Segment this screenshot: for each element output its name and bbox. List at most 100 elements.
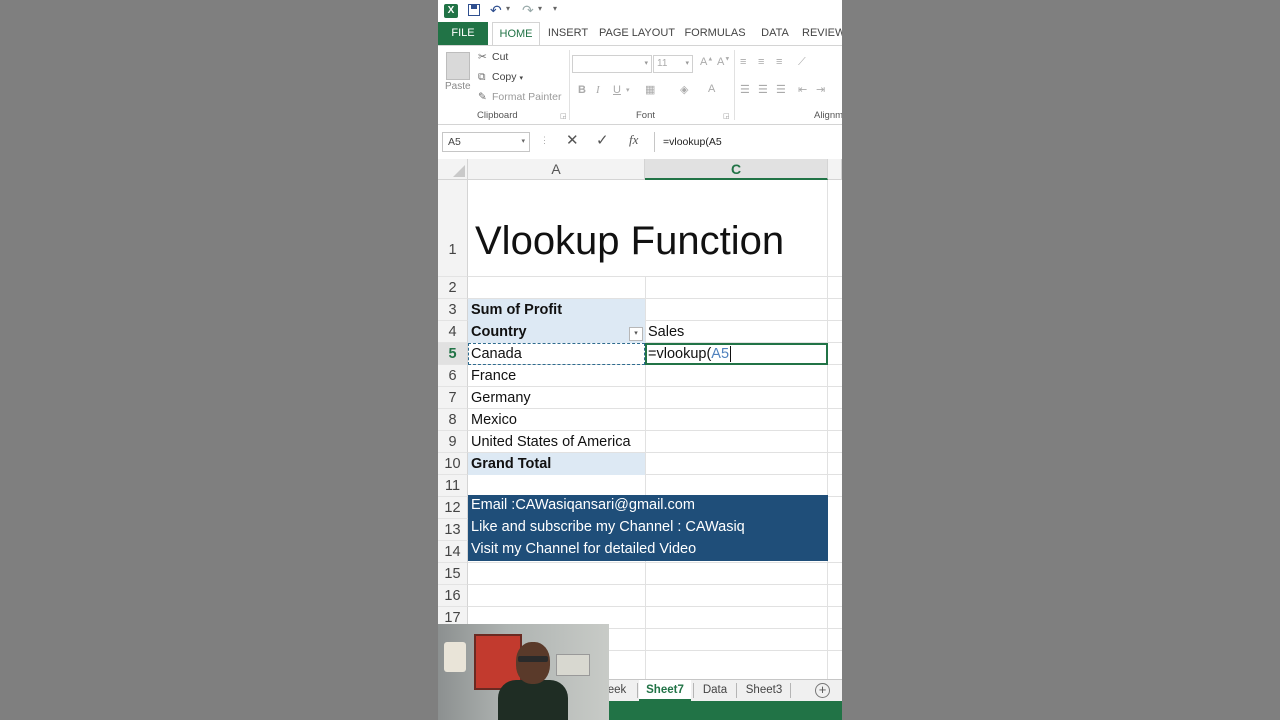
tab-data[interactable]: DATA — [756, 22, 794, 45]
column-header-next[interactable] — [828, 159, 842, 180]
tab-file[interactable]: FILE — [438, 22, 488, 45]
name-box-value: A5 — [448, 136, 461, 148]
undo-dropdown-icon[interactable]: ▾ — [506, 4, 510, 13]
cell-a7[interactable]: Germany — [468, 387, 645, 409]
row-header-2[interactable]: 2 — [438, 277, 468, 299]
row-header-13[interactable]: 13 — [438, 519, 468, 541]
align-right-icon[interactable]: ☰ — [776, 83, 786, 96]
formula-input[interactable]: =vlookup(A5 — [654, 132, 842, 152]
tab-page-layout[interactable]: PAGE LAYOUT — [598, 22, 676, 45]
worksheet-grid[interactable]: A C 1 2 3 4 5 6 7 8 9 10 11 12 13 14 15 … — [438, 159, 842, 679]
webcam-lamp — [444, 642, 466, 672]
save-icon[interactable] — [468, 4, 480, 16]
decrease-indent-icon[interactable]: ⇤ — [798, 83, 807, 96]
row-header-3[interactable]: 3 — [438, 299, 468, 321]
tab-insert[interactable]: INSERT — [546, 22, 590, 45]
row-header-16[interactable]: 16 — [438, 585, 468, 607]
paste-icon[interactable] — [446, 52, 470, 80]
italic-icon[interactable]: I — [596, 84, 600, 96]
row-header-8[interactable]: 8 — [438, 409, 468, 431]
gridline — [468, 562, 842, 563]
copy-dropdown-icon[interactable]: ▾ — [519, 75, 523, 82]
copy-button[interactable]: ⧉ Copy ▾ — [478, 71, 523, 84]
row-header-4[interactable]: 4 — [438, 321, 468, 343]
row-header-1[interactable]: 1 — [438, 180, 468, 277]
webcam-overlay — [438, 624, 609, 720]
bold-icon[interactable]: B — [578, 84, 586, 96]
borders-icon[interactable]: ▦ — [645, 83, 655, 96]
divider — [790, 683, 791, 698]
cell-c4[interactable]: Sales — [645, 321, 827, 343]
cut-label: Cut — [492, 51, 509, 63]
chevron-down-icon: ▾ — [685, 60, 689, 67]
undo-icon[interactable]: ↶ — [490, 2, 502, 18]
row-header-15[interactable]: 15 — [438, 563, 468, 585]
alignment-group-label: Alignment — [814, 110, 842, 121]
insert-function-icon[interactable]: fx — [629, 132, 638, 148]
cancel-icon[interactable]: ✕ — [566, 131, 579, 149]
sheet-tab-data[interactable]: Data — [695, 680, 735, 701]
tab-formulas[interactable]: FORMULAS — [684, 22, 746, 45]
formula-bar: A5 ▾ ⋮ ✕ ✓ fx =vlookup(A5 — [438, 125, 842, 159]
presenter-head — [516, 642, 550, 684]
sheet-tab-sheet3[interactable]: Sheet3 — [740, 680, 788, 701]
cell-a8[interactable]: Mexico — [468, 409, 645, 431]
fill-color-icon[interactable]: ◈ — [680, 83, 688, 96]
redo-dropdown-icon[interactable]: ▾ — [538, 4, 542, 13]
align-bottom-icon[interactable]: ≡ — [776, 56, 782, 68]
row-header-14[interactable]: 14 — [438, 541, 468, 563]
font-launcher-icon[interactable]: ◲ — [723, 112, 730, 120]
font-size-box[interactable]: 11 ▾ — [653, 55, 693, 73]
underline-dropdown-icon[interactable]: ▾ — [626, 86, 630, 94]
add-sheet-icon[interactable]: + — [815, 683, 830, 698]
enter-check-icon[interactable]: ✓ — [596, 131, 609, 149]
subscribe-line: Like and subscribe my Channel : CAWasiq — [471, 519, 745, 535]
customize-qat-icon[interactable]: ▾ — [553, 4, 557, 13]
column-header-a[interactable]: A — [468, 159, 645, 180]
row-header-11[interactable]: 11 — [438, 475, 468, 497]
cell-a6[interactable]: France — [468, 365, 645, 387]
row-header-7[interactable]: 7 — [438, 387, 468, 409]
orientation-icon[interactable]: ⟋ — [798, 56, 806, 69]
align-center-icon[interactable]: ☰ — [758, 83, 768, 96]
sheet-tab-sheet7[interactable]: Sheet7 — [639, 680, 691, 701]
font-color-icon[interactable]: A — [708, 83, 715, 95]
divider — [734, 50, 735, 120]
row-header-9[interactable]: 9 — [438, 431, 468, 453]
pivot-grand-total[interactable]: Grand Total — [468, 453, 645, 475]
increase-indent-icon[interactable]: ⇥ — [816, 83, 825, 96]
grow-font-icon[interactable]: A▲ — [700, 56, 713, 68]
row-header-5[interactable]: 5 — [438, 343, 468, 365]
filter-dropdown-icon[interactable]: ▾ — [629, 327, 643, 341]
formula-bar-grip-icon[interactable]: ⋮ — [540, 135, 549, 146]
divider — [693, 683, 694, 698]
redo-icon[interactable]: ↷ — [522, 2, 534, 18]
align-middle-icon[interactable]: ≡ — [758, 56, 764, 68]
sheet-title-cell: Vlookup Function — [475, 219, 785, 263]
gridline — [827, 180, 828, 679]
row-header-6[interactable]: 6 — [438, 365, 468, 387]
select-all-corner[interactable] — [438, 159, 468, 180]
align-top-icon[interactable]: ≡ — [740, 56, 746, 68]
cell-a9[interactable]: United States of America — [468, 431, 650, 453]
underline-icon[interactable]: U — [613, 84, 621, 96]
tab-review[interactable]: REVIEW — [802, 22, 842, 45]
ribbon: Paste ✂ Cut ⧉ Copy ▾ ✎ Format Painter Clipb… — [438, 45, 842, 125]
align-left-icon[interactable]: ☰ — [740, 83, 750, 96]
pivot-value-header[interactable]: Sum of Profit — [468, 299, 645, 321]
row-header-10[interactable]: 10 — [438, 453, 468, 475]
format-painter-button[interactable]: ✎ Format Painter — [478, 91, 561, 103]
pivot-row-label-header[interactable]: Country — [468, 321, 645, 343]
font-name-box[interactable]: ▾ — [572, 55, 652, 73]
font-group-label: Font — [636, 110, 656, 121]
row-header-12[interactable]: 12 — [438, 497, 468, 519]
clipboard-launcher-icon[interactable]: ◲ — [560, 112, 567, 120]
cut-button[interactable]: ✂ Cut — [478, 51, 508, 63]
paste-button-label[interactable]: Paste — [445, 81, 471, 92]
tab-home[interactable]: HOME — [492, 22, 540, 45]
column-header-c[interactable]: C — [645, 159, 828, 180]
active-cell-border — [645, 343, 828, 365]
name-box[interactable]: A5 ▾ — [442, 132, 530, 152]
shrink-font-icon[interactable]: A▼ — [717, 56, 730, 68]
excel-app-icon: X — [444, 4, 458, 18]
